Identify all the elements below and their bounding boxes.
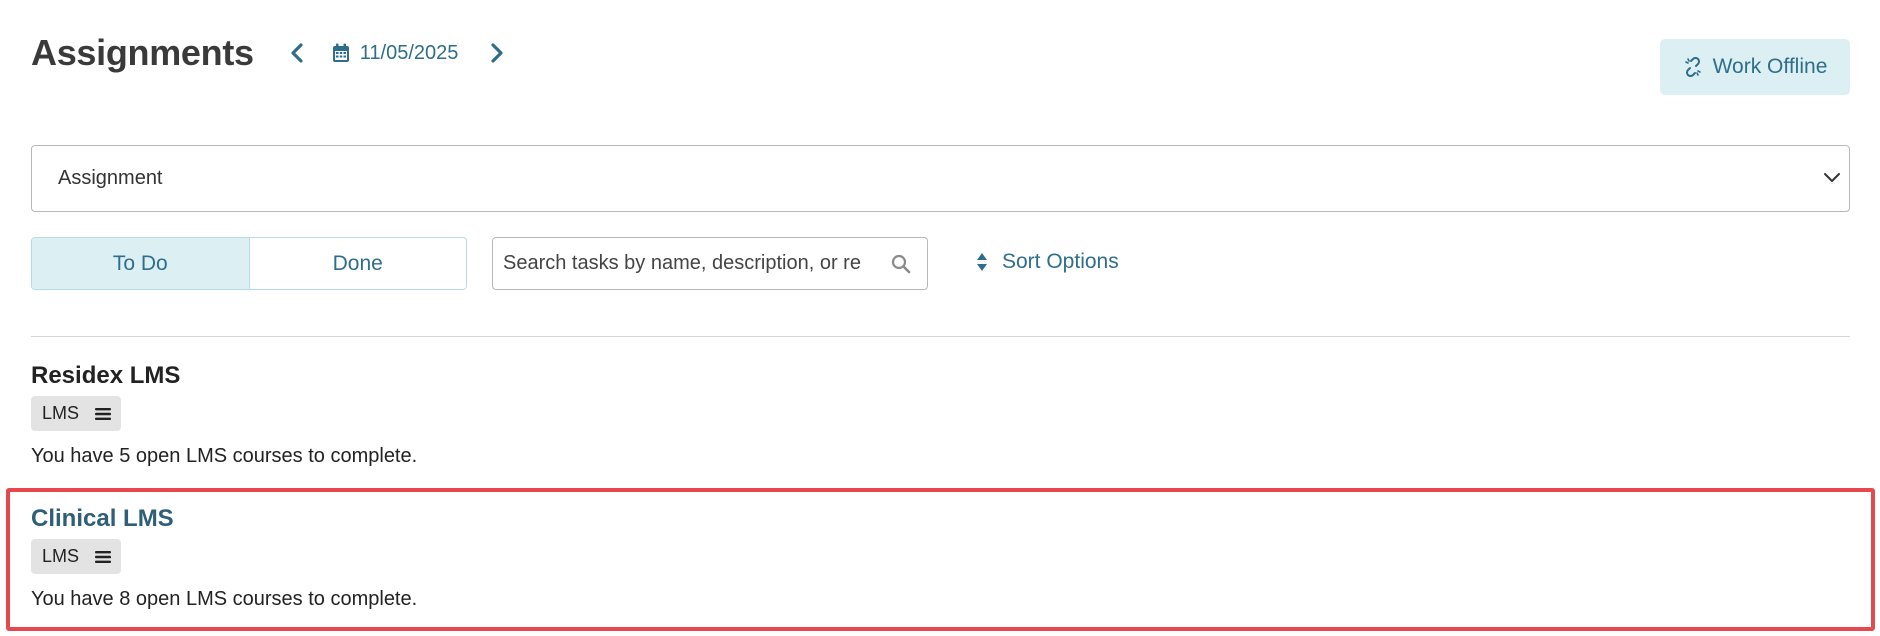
task-description: You have 5 open LMS courses to complete. (31, 445, 418, 467)
assignment-type-select[interactable]: Assignment (31, 145, 1850, 212)
task-tag: LMS (31, 396, 122, 431)
current-date: 11/05/2025 (359, 41, 459, 64)
divider (31, 336, 1850, 337)
select-value: Assignment (58, 167, 163, 189)
chevron-right-icon (491, 43, 503, 63)
date-picker[interactable]: 11/05/2025 (332, 41, 459, 65)
task-tag-label: LMS (42, 546, 80, 566)
next-date-button[interactable] (484, 38, 510, 68)
work-offline-button[interactable]: Work Offline (1660, 39, 1850, 95)
page-title: Assignments (31, 32, 254, 73)
menu-icon[interactable] (95, 407, 112, 421)
tab-to-do[interactable]: To Do (32, 238, 250, 289)
task-tag: LMS (31, 539, 122, 574)
task-title: Residex LMS (31, 362, 181, 389)
chevron-left-icon (291, 43, 303, 63)
status-toggle: To Do Done (31, 237, 467, 290)
search-input[interactable] (503, 252, 873, 275)
sort-options-label: Sort Options (1002, 250, 1119, 273)
calendar-icon (332, 43, 349, 62)
menu-icon[interactable] (95, 550, 112, 564)
tab-done[interactable]: Done (250, 238, 467, 289)
search-box (492, 237, 928, 290)
task-item-residex-lms: Residex LMS LMS You have 5 open LMS cour… (31, 362, 417, 468)
sort-icon (977, 253, 987, 271)
search-icon[interactable] (891, 254, 911, 274)
date-navigator: 11/05/2025 (284, 38, 511, 68)
task-description: You have 8 open LMS courses to complete. (31, 588, 418, 610)
chevron-down-icon (1824, 173, 1840, 182)
work-offline-label: Work Offline (1712, 55, 1828, 78)
task-title-link[interactable]: Clinical LMS (31, 505, 417, 533)
page-header: Assignments 11/05/2025 (31, 30, 510, 76)
task-item-clinical-lms[interactable]: Clinical LMS LMS You have 8 open LMS cou… (31, 505, 417, 611)
previous-date-button[interactable] (284, 38, 310, 68)
task-tag-label: LMS (42, 403, 80, 423)
sort-options-button[interactable]: Sort Options (976, 250, 1119, 274)
unlink-icon (1684, 57, 1701, 77)
